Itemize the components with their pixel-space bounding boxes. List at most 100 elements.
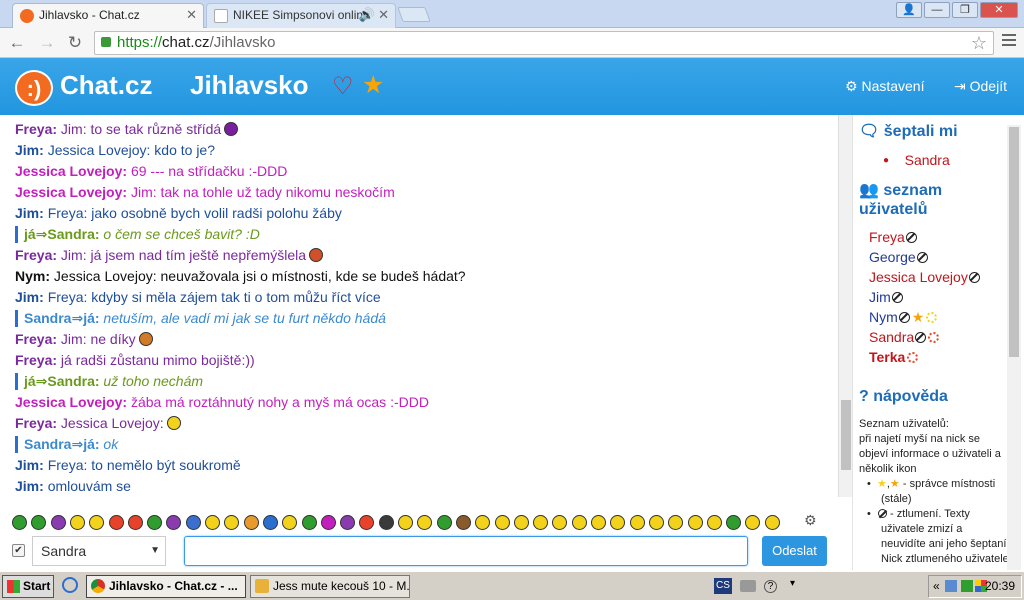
message-author[interactable]: já⇒Sandra: [24,226,100,242]
help-icon[interactable]: ? [764,580,777,593]
new-tab-button[interactable] [397,7,431,22]
message-input[interactable] [184,536,748,566]
ie-icon[interactable] [62,577,78,593]
mute-icon[interactable] [968,272,980,283]
emoji-button-icon[interactable] [282,515,298,530]
settings-link[interactable]: ⚙ Nastavení [845,78,925,95]
reload-button[interactable]: ↻ [64,32,86,54]
emoji-button-icon[interactable] [687,515,703,530]
brand-logo[interactable]: Chat.cz [60,70,152,101]
user-list-item[interactable]: Jessica Lovejoy [869,269,980,285]
user-list-item[interactable]: Freya [869,229,917,245]
whisper-item-sandra[interactable]: ● Sandra [883,152,950,168]
minimize-button[interactable]: — [924,2,950,18]
user-nick[interactable]: Terka [869,349,905,365]
emoji-button-icon[interactable] [398,515,413,530]
emoji-button-icon[interactable] [706,515,722,530]
emoji-button-icon[interactable] [12,515,27,530]
emoji-button-icon[interactable] [494,515,510,530]
message-author[interactable]: Jim: [15,142,44,158]
taskbar-item-chrome[interactable]: Jihlavsko - Chat.cz - ... [86,575,246,598]
browser-menu-icon[interactable] [1002,34,1016,49]
emoji-button-icon[interactable] [340,515,356,530]
emoji-button-icon[interactable] [301,515,317,530]
message-author[interactable]: Jim: [15,478,44,494]
emoji-button-icon[interactable] [185,515,201,530]
emoji-button-icon[interactable] [610,515,626,530]
emoji-button-icon[interactable] [745,515,761,530]
user-nick[interactable]: Freya [869,229,905,245]
message-author[interactable]: Freya: [15,352,57,368]
message-author[interactable]: Freya: [15,121,57,137]
send-button[interactable]: Odeslat [762,536,827,566]
message-author[interactable]: Nym: [15,268,50,284]
tab-jihlavsko[interactable]: Jihlavsko - Chat.cz ✕ [12,3,204,28]
profile-button[interactable]: 👤 [896,2,922,18]
emoji-button-icon[interactable] [89,515,105,530]
mute-icon[interactable] [915,332,927,343]
emoji-button-icon[interactable] [166,515,182,530]
user-nick[interactable]: Nym [869,309,898,325]
emoji-button-icon[interactable] [31,515,47,530]
emoji-button-icon[interactable] [475,515,491,530]
expand-tray-icon[interactable]: « [933,576,940,597]
emoji-button-icon[interactable] [205,515,220,530]
keyboard-icon[interactable] [740,580,756,592]
emoji-button-icon[interactable] [533,515,549,530]
message-author[interactable]: Freya: [15,247,57,263]
emoji-button-icon[interactable] [262,515,278,530]
user-nick[interactable]: Sandra [869,329,914,345]
close-window-button[interactable]: ✕ [980,2,1018,18]
message-author[interactable]: já⇒Sandra: [24,373,100,389]
mute-icon[interactable] [891,292,903,303]
emoji-button-icon[interactable] [571,515,587,530]
user-list-item[interactable]: Terka [869,349,919,365]
user-list-item[interactable]: Sandra [869,329,940,345]
network-icon[interactable] [945,580,957,592]
address-bar[interactable]: https://chat.cz/Jihlavsko ☆ [94,31,994,55]
user-nick[interactable]: George [869,249,916,265]
emoji-button-icon[interactable] [378,515,394,530]
emoji-button-icon[interactable] [668,515,684,530]
message-author[interactable]: Jim: [15,289,44,305]
back-button[interactable]: ← [6,32,28,54]
sidebar-scrollbar[interactable] [1007,125,1021,570]
message-author[interactable]: Sandra⇒já: [24,436,100,452]
emoji-button-icon[interactable] [591,515,606,530]
taskbar-item-paint[interactable]: Jess mute kecouš 10 - M... [250,575,410,598]
emoji-button-icon[interactable] [320,515,336,530]
emoji-button-icon[interactable] [513,515,529,530]
message-author[interactable]: Jessica Lovejoy: [15,163,127,179]
emoji-button-icon[interactable] [629,515,645,530]
emoji-button-icon[interactable] [359,515,375,530]
emoji-button-icon[interactable] [552,515,568,530]
message-author[interactable]: Sandra⇒já: [24,310,100,326]
favorite-star-icon[interactable]: ★ [362,70,384,100]
scroll-thumb[interactable] [841,400,851,470]
message-author[interactable]: Jim: [15,457,44,473]
options-icon[interactable]: ▾ [790,578,806,594]
user-nick[interactable]: Jessica Lovejoy [869,269,968,285]
close-tab-icon[interactable]: ✕ [186,7,197,23]
mute-icon[interactable] [916,252,928,263]
emoji-button-icon[interactable] [648,515,664,530]
language-indicator[interactable]: CS [714,578,732,594]
maximize-button[interactable]: ❐ [952,2,978,18]
heart-icon[interactable]: ♡ [332,72,354,101]
tab-simpsonovi[interactable]: NIKEE Simpsonovi online 🔊 ✕ [206,3,396,28]
message-author[interactable]: Freya: [15,415,57,431]
scroll-thumb[interactable] [1009,127,1019,357]
message-author[interactable]: Jessica Lovejoy: [15,184,127,200]
user-list-item[interactable]: George [869,249,928,265]
mute-icon[interactable] [905,232,917,243]
user-list-item[interactable]: Jim [869,289,903,305]
logout-link[interactable]: ⇥ Odejít [954,78,1007,95]
emoji-button-icon[interactable] [108,515,124,530]
emoji-button-icon[interactable] [147,515,163,530]
mute-icon[interactable] [898,312,910,323]
message-author[interactable]: Jim: [15,205,44,221]
emoji-button-icon[interactable] [50,515,66,530]
user-nick[interactable]: Jim [869,289,891,305]
emoji-button-icon[interactable] [726,515,742,530]
emoji-settings-gear-icon[interactable]: ⚙ [804,512,817,529]
